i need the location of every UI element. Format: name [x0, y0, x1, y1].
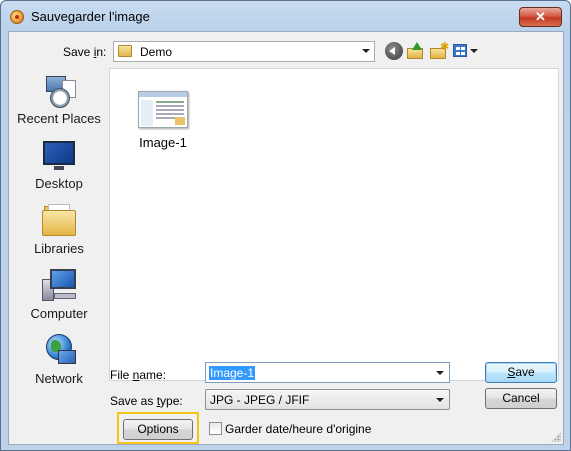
save-in-dropdown[interactable]: Demo	[113, 41, 375, 62]
place-label: Computer	[30, 306, 88, 321]
options-button[interactable]: Options	[123, 419, 193, 440]
keep-date-label[interactable]: Garder date/heure d'origine	[225, 422, 371, 436]
save-as-type-dropdown[interactable]: JPG - JPEG / JFIF	[205, 389, 450, 410]
close-button[interactable]: ✕	[519, 7, 562, 27]
chevron-down-icon[interactable]	[436, 371, 444, 375]
file-name-input[interactable]: Image-1	[205, 362, 450, 383]
place-computer[interactable]: Computer	[12, 263, 106, 325]
resize-grip-icon[interactable]	[551, 432, 561, 442]
views-menu-icon[interactable]	[453, 42, 479, 60]
keep-date-checkbox[interactable]	[209, 422, 222, 435]
up-folder-icon[interactable]	[407, 42, 425, 60]
save-in-label: Save in:	[63, 45, 107, 59]
file-item-image-1[interactable]: Image-1	[132, 83, 194, 153]
chevron-down-icon	[436, 398, 444, 402]
file-name-value: Image-1	[209, 366, 256, 380]
place-network[interactable]: Network	[12, 328, 106, 390]
cancel-button[interactable]: Cancel	[485, 388, 557, 409]
save-in-value: Demo	[140, 45, 173, 59]
save-as-type-label: Save as type:	[110, 394, 183, 408]
folder-icon	[118, 45, 132, 57]
file-name-label: File name:	[110, 368, 167, 382]
save-as-type-value: JPG - JPEG / JFIF	[210, 393, 310, 407]
image-thumbnail-icon	[138, 91, 188, 128]
place-label: Desktop	[35, 176, 83, 191]
file-list-view[interactable]: Image-1	[109, 68, 559, 381]
place-label: Recent Places	[17, 111, 101, 126]
place-recent-places[interactable]: Recent Places	[12, 68, 106, 130]
recent-places-icon	[42, 74, 76, 108]
window-title: Sauvegarder l'image	[31, 9, 150, 24]
new-folder-icon[interactable]: ✱	[430, 41, 449, 60]
title-bar[interactable]: Sauvegarder l'image ✕	[1, 1, 570, 31]
desktop-icon	[42, 139, 76, 171]
place-label: Libraries	[34, 241, 84, 256]
dialog-body: Save in: Demo ✱ Recent Places Desktop Li…	[8, 31, 564, 445]
app-icon	[10, 10, 24, 24]
network-icon	[42, 334, 76, 366]
chevron-down-icon	[362, 49, 370, 53]
save-dialog-window: Sauvegarder l'image ✕ Save in: Demo ✱ Re…	[0, 0, 571, 451]
places-bar: Recent Places Desktop Libraries Computer…	[12, 68, 106, 386]
close-icon: ✕	[535, 9, 546, 24]
place-desktop[interactable]: Desktop	[12, 133, 106, 195]
save-button[interactable]: Save	[485, 362, 557, 383]
file-label: Image-1	[139, 135, 187, 150]
libraries-icon	[42, 204, 76, 236]
back-icon[interactable]	[385, 42, 403, 60]
computer-icon	[42, 269, 76, 301]
place-label: Network	[35, 371, 83, 386]
place-libraries[interactable]: Libraries	[12, 198, 106, 260]
